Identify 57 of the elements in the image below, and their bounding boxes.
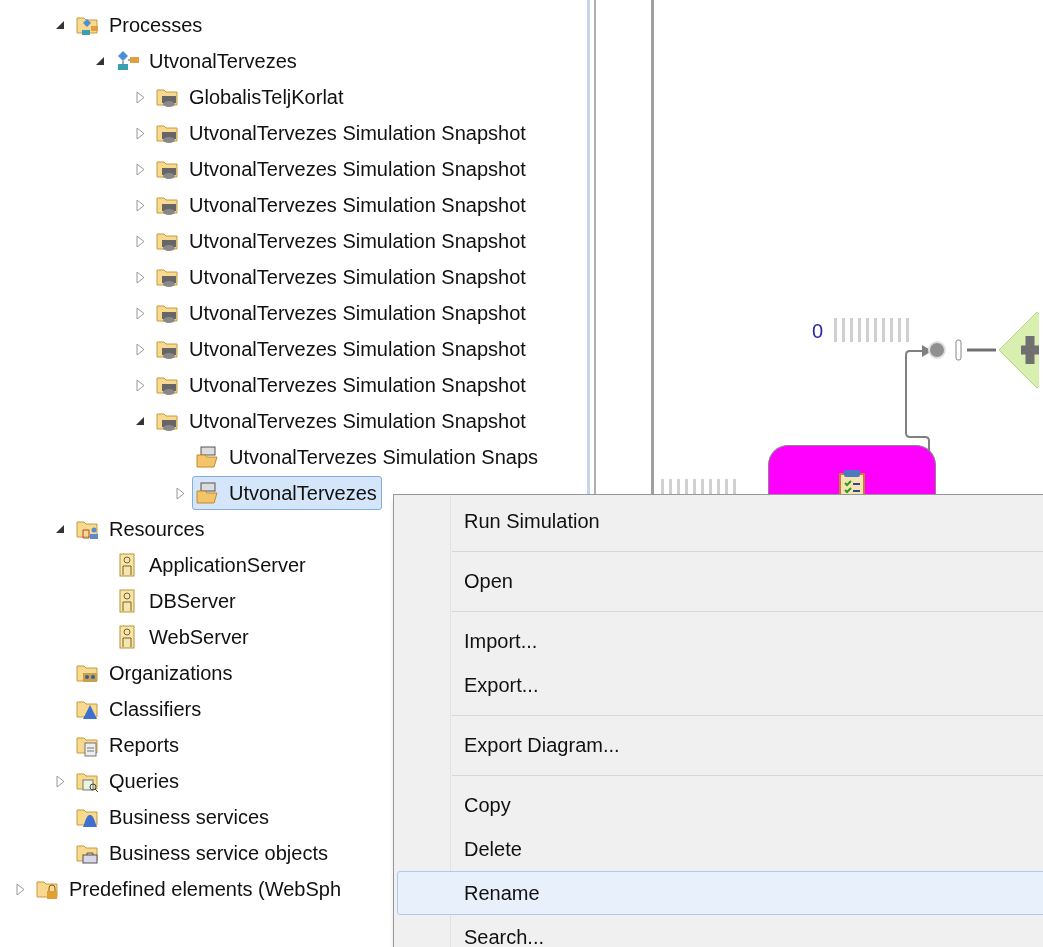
- tree-item[interactable]: WebServer: [112, 620, 254, 654]
- tree-item[interactable]: Resources: [72, 512, 210, 546]
- menu-item[interactable]: Run Simulation: [397, 499, 1043, 543]
- tree-item[interactable]: UtvonalTervezes: [112, 44, 302, 78]
- tree-item[interactable]: UtvonalTervezes: [192, 476, 382, 510]
- collapsed-arrow-icon[interactable]: [135, 126, 145, 140]
- tree-item[interactable]: UtvonalTervezes Simulation Snapshot: [152, 152, 531, 186]
- collapsed-arrow-icon[interactable]: [55, 774, 65, 788]
- tree-item[interactable]: Queries: [72, 764, 185, 798]
- tree-item[interactable]: UtvonalTervezes Simulation Snapshot: [152, 188, 531, 222]
- collapsed-arrow-icon[interactable]: [175, 486, 185, 500]
- tree-item[interactable]: GlobalisTeljKorlat: [152, 80, 349, 114]
- tree-item[interactable]: Processes: [72, 8, 208, 42]
- collapsed-arrow-icon[interactable]: [135, 198, 145, 212]
- menu-item[interactable]: Import...: [397, 619, 1043, 663]
- tree-item[interactable]: Predefined elements (WebSph: [32, 872, 346, 906]
- expanded-arrow-icon[interactable]: [55, 524, 65, 534]
- tree-item[interactable]: Classifiers: [72, 692, 207, 726]
- collapsed-arrow-icon[interactable]: [135, 306, 145, 320]
- tree-item[interactable]: UtvonalTervezes Simulation Snapshot: [152, 116, 531, 150]
- tree-item[interactable]: Business service objects: [72, 836, 333, 870]
- expanded-arrow-icon[interactable]: [95, 56, 105, 66]
- expanded-arrow-icon[interactable]: [135, 416, 145, 426]
- menu-item[interactable]: Export Diagram...: [397, 723, 1043, 767]
- tree-item[interactable]: UtvonalTervezes Simulation Snaps: [192, 440, 544, 474]
- menu-item[interactable]: Export...: [397, 663, 1043, 707]
- menu-item[interactable]: Search...: [397, 915, 1043, 947]
- collapsed-arrow-icon[interactable]: [135, 342, 145, 356]
- tree-item[interactable]: Reports: [72, 728, 185, 762]
- collapsed-arrow-icon[interactable]: [135, 270, 145, 284]
- collapsed-arrow-icon[interactable]: [15, 882, 25, 896]
- counter-label: 0: [812, 319, 824, 344]
- clipboard-icon: [837, 470, 867, 495]
- tree-item[interactable]: UtvonalTervezes Simulation Snapshot: [152, 404, 531, 438]
- menu-item[interactable]: Open: [397, 559, 1043, 603]
- tree-item[interactable]: UtvonalTervezes Simulation Snapshot: [152, 296, 531, 330]
- menu-item[interactable]: Delete: [397, 827, 1043, 871]
- tree-item[interactable]: Business services: [72, 800, 275, 834]
- collapsed-arrow-icon[interactable]: [135, 234, 145, 248]
- open-folder-icon: [195, 481, 221, 505]
- open-folder-icon: [195, 445, 221, 469]
- tree-item[interactable]: UtvonalTervezes Simulation Snapshot: [152, 368, 531, 402]
- event-node-icon: [928, 341, 946, 359]
- tree-item[interactable]: DBServer: [112, 584, 241, 618]
- collapsed-arrow-icon[interactable]: [135, 378, 145, 392]
- menu-item[interactable]: Copy: [397, 783, 1043, 827]
- tree-item[interactable]: Organizations: [72, 656, 238, 690]
- diagram-icon: [115, 49, 141, 73]
- collapsed-arrow-icon[interactable]: [135, 90, 145, 104]
- tree-item[interactable]: UtvonalTervezes Simulation Snapshot: [152, 332, 531, 366]
- tree-item[interactable]: ApplicationServer: [112, 548, 311, 582]
- connector-line: [955, 338, 997, 362]
- expanded-arrow-icon[interactable]: [55, 20, 65, 30]
- collapsed-arrow-icon[interactable]: [135, 162, 145, 176]
- tree-item[interactable]: UtvonalTervezes Simulation Snapshot: [152, 260, 531, 294]
- tree-item[interactable]: UtvonalTervezes Simulation Snapshot: [152, 224, 531, 258]
- menu-item[interactable]: Rename: [397, 871, 1043, 915]
